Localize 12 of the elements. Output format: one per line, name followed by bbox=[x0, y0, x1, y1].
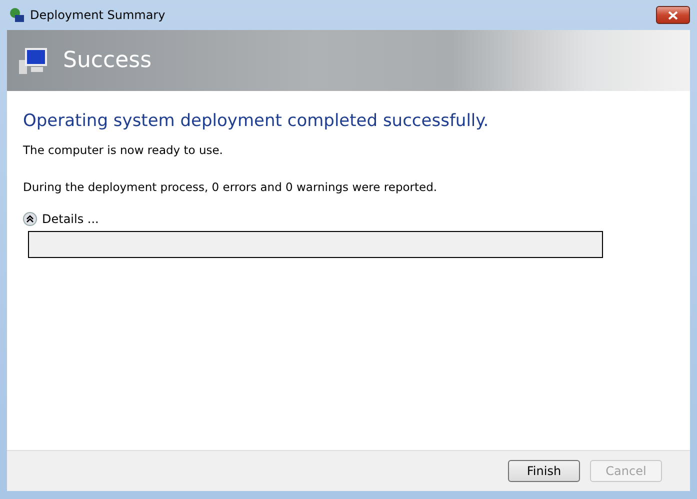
chevron-icon bbox=[23, 212, 37, 226]
status-message: During the deployment process, 0 errors and 0 warnings were reported. bbox=[23, 180, 438, 194]
result-heading: Operating system deployment completed successfully. bbox=[23, 111, 490, 131]
close-button[interactable] bbox=[656, 6, 690, 24]
details-toggle[interactable]: Details ... bbox=[23, 212, 674, 226]
computer-icon bbox=[17, 46, 49, 76]
close-icon bbox=[668, 10, 678, 20]
banner-title: Success bbox=[63, 48, 152, 73]
finish-button[interactable]: Finish bbox=[508, 460, 580, 482]
status-message: The computer is now ready to use. bbox=[23, 143, 224, 157]
window-title: Deployment Summary bbox=[30, 8, 166, 22]
app-icon bbox=[9, 7, 25, 23]
